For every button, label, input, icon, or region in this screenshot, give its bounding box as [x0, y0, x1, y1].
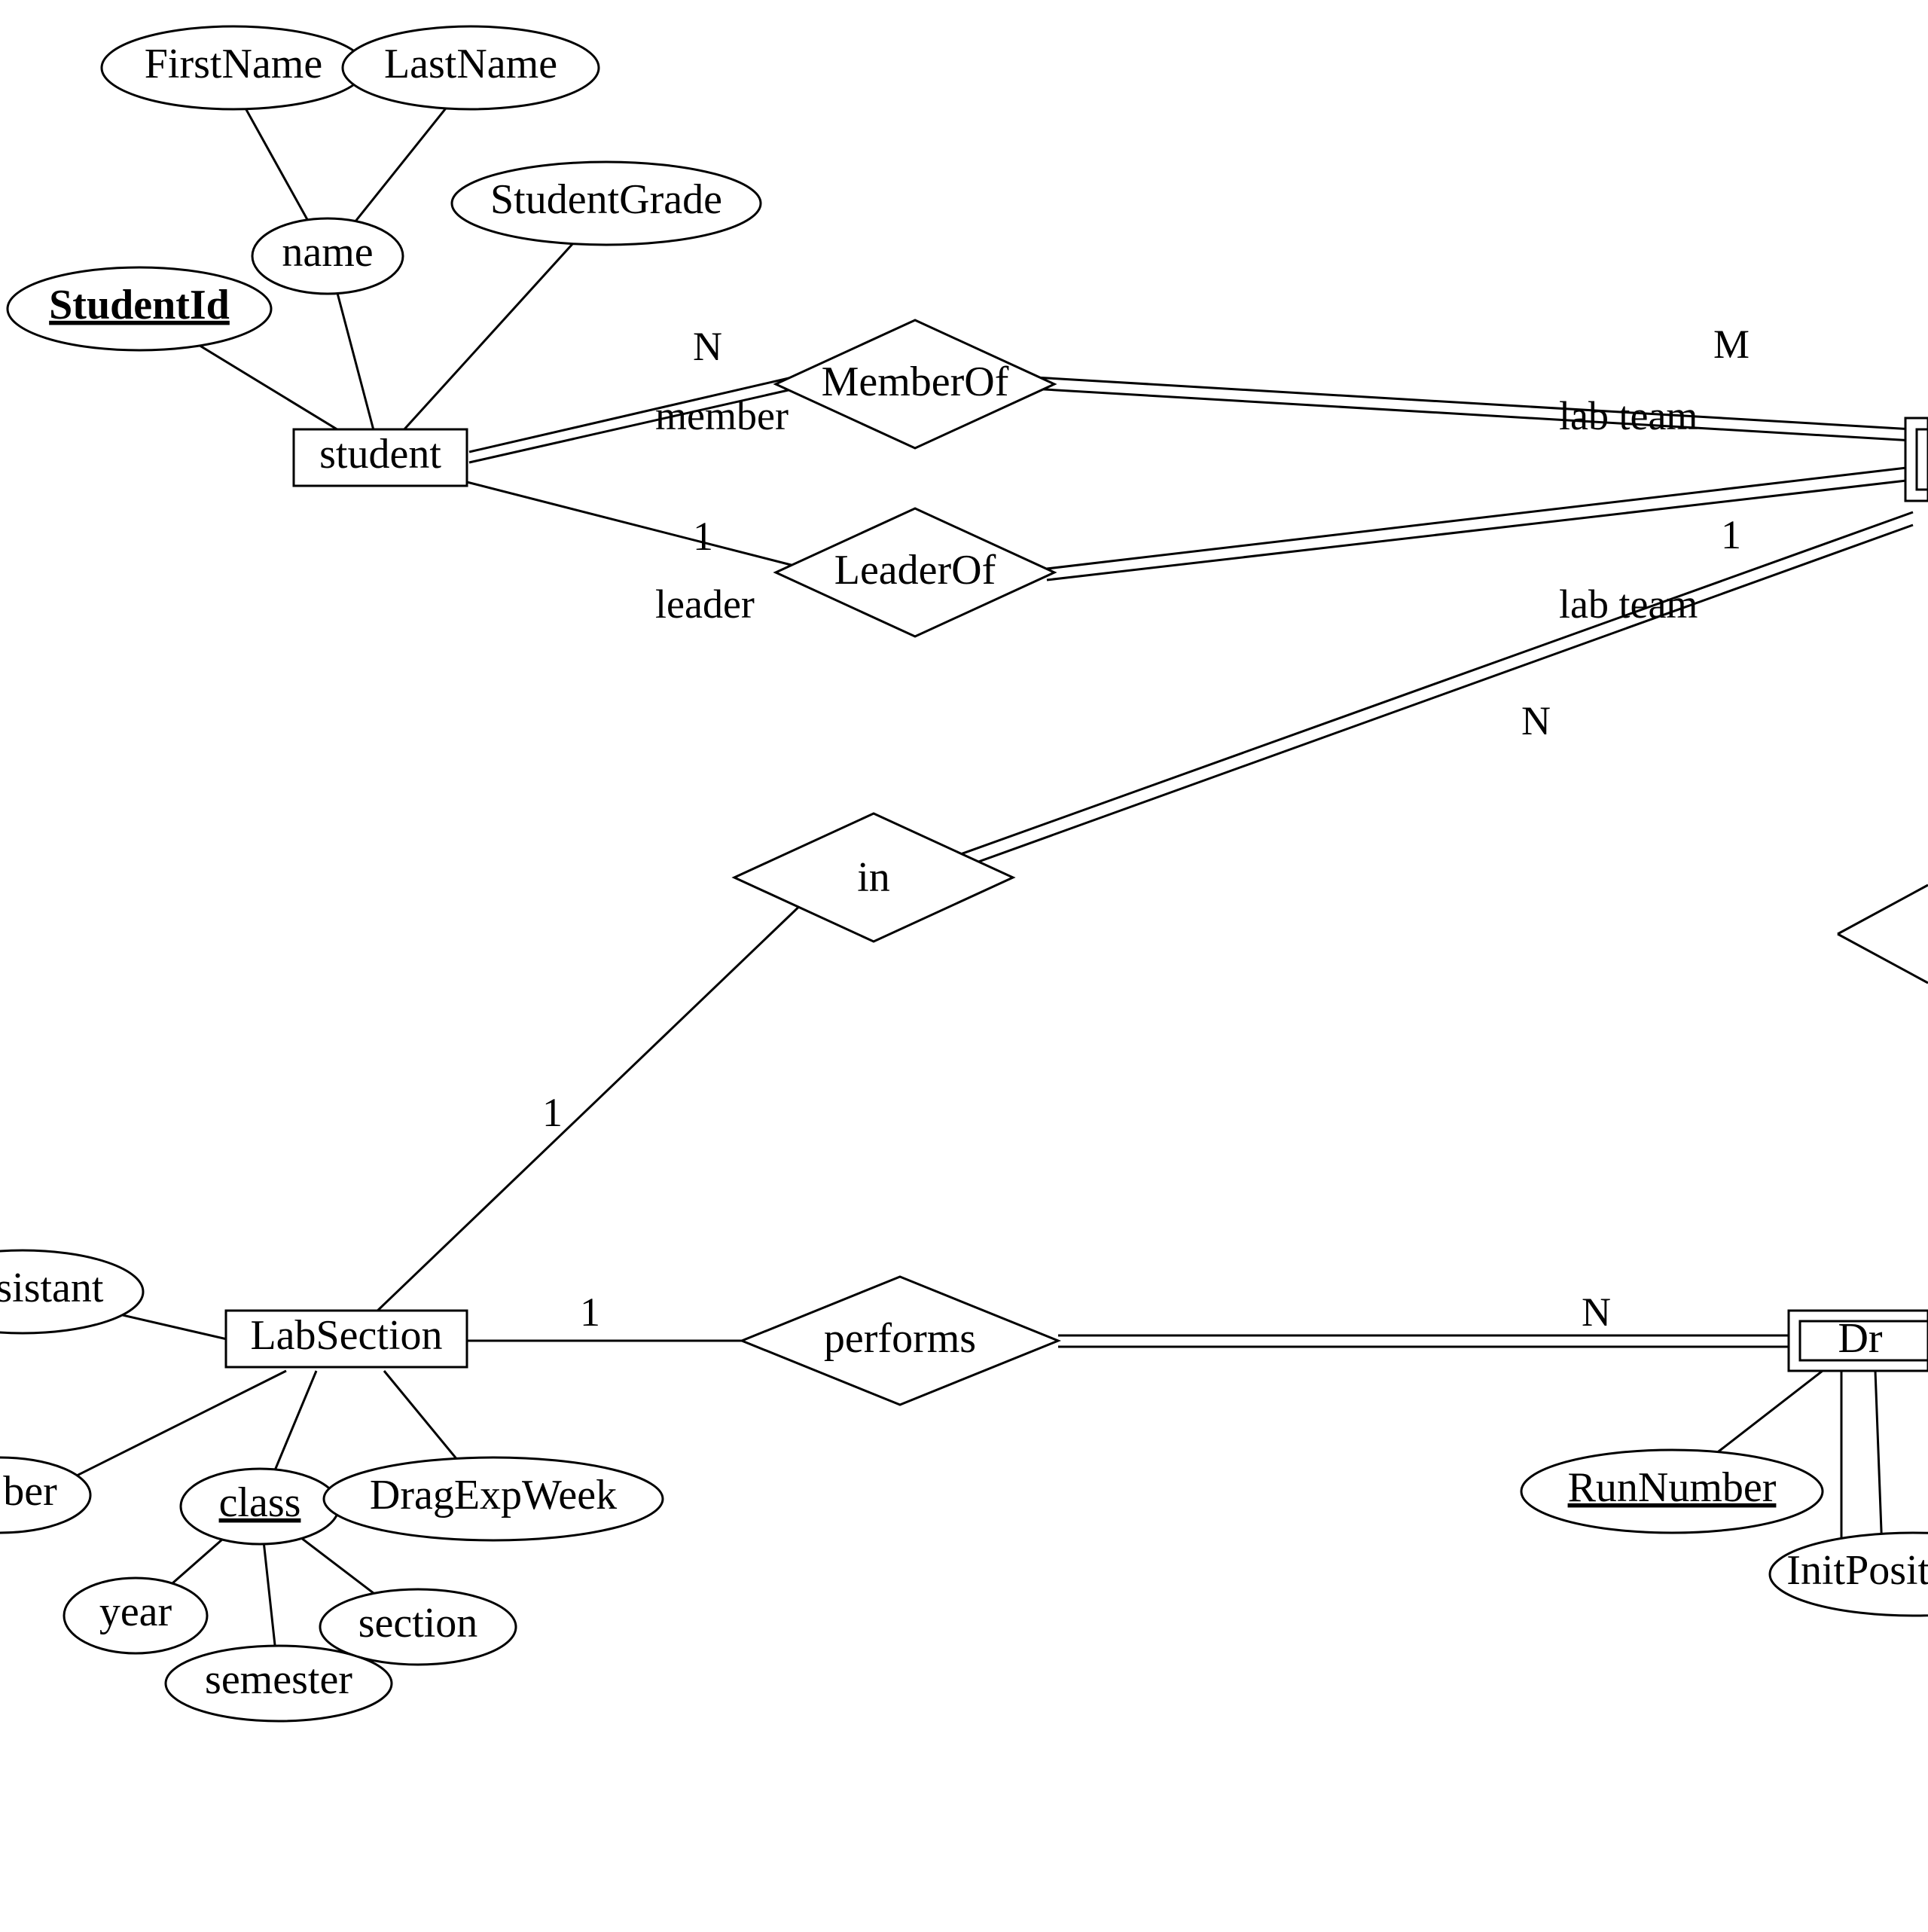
label-year: year — [99, 1589, 172, 1635]
edge-memberof-labteam-a — [1035, 377, 1913, 429]
label-class: class — [219, 1479, 301, 1526]
edge-right-rel-frag-a — [1838, 885, 1928, 934]
edge-leaderof-labteam-b — [1047, 480, 1913, 580]
edge-right-rel-frag-b — [1838, 934, 1928, 983]
card-memberof-m: M — [1713, 322, 1750, 367]
label-dr: Dr — [1838, 1315, 1882, 1362]
edge-student-studentgrade — [380, 211, 602, 456]
label-memberof: MemberOf — [822, 359, 1009, 405]
label-semester: semester — [205, 1656, 352, 1703]
label-studentid: StudentId — [49, 282, 230, 328]
label-lastname: LastName — [384, 41, 557, 87]
label-student: student — [319, 431, 441, 478]
role-member: member — [655, 393, 789, 438]
edge-student-leaderof — [467, 482, 806, 569]
label-firstname: FirstName — [145, 41, 322, 87]
card-in-n: N — [1521, 698, 1551, 743]
label-name: name — [282, 229, 373, 276]
card-in-1: 1 — [542, 1090, 563, 1135]
edge-in-labsection — [354, 900, 806, 1333]
card-leaderof-1a: 1 — [693, 514, 713, 559]
er-diagram: FirstName LastName name StudentId Studen… — [0, 0, 1928, 1928]
label-studentgrade: StudentGrade — [490, 176, 722, 223]
label-ber: ber — [3, 1468, 57, 1515]
label-labsection: LabSection — [250, 1312, 442, 1359]
card-memberof-n: N — [693, 324, 722, 369]
edge-in-labteam-b — [945, 525, 1913, 874]
label-section: section — [358, 1600, 478, 1647]
entity-labteam-inner — [1917, 429, 1928, 490]
role-labteam2: lab team — [1559, 581, 1698, 627]
label-performs: performs — [824, 1315, 976, 1362]
card-performs-1: 1 — [580, 1290, 600, 1335]
card-leaderof-1b: 1 — [1721, 512, 1741, 557]
edge-leaderof-labteam-a — [1047, 467, 1913, 569]
label-dragexpweek: DragExpWeek — [370, 1472, 617, 1518]
card-performs-n: N — [1582, 1290, 1611, 1335]
label-runnumber: RunNumber — [1568, 1464, 1777, 1511]
label-leaderof: LeaderOf — [834, 547, 996, 594]
label-in: in — [857, 854, 890, 901]
label-initposition: InitPositi — [1786, 1547, 1928, 1594]
edge-memberof-labteam-b — [1032, 389, 1913, 441]
label-assistant: ssistant — [0, 1265, 104, 1311]
role-labteam1: lab team — [1559, 393, 1698, 438]
role-leader: leader — [655, 581, 755, 627]
